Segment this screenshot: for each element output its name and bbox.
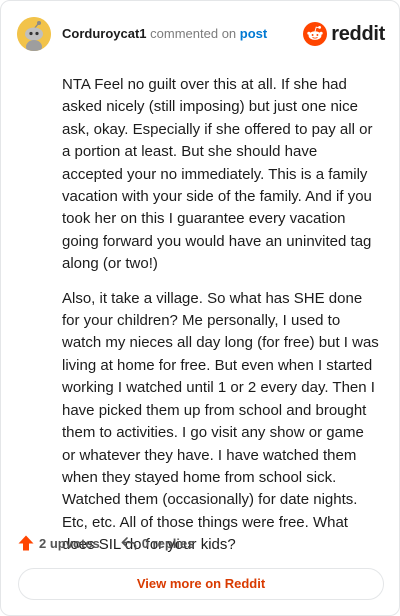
byline: Corduroycat1 commented on post: [62, 26, 267, 42]
comment-paragraph: NTA Feel no guilt over this at all. If s…: [62, 76, 373, 273]
reddit-brand[interactable]: reddit: [303, 21, 385, 47]
comment-body: NTA Feel no guilt over this at all. If s…: [62, 74, 380, 569]
reply-count: 0 replies: [141, 535, 195, 551]
comment-paragraph: Also, it take a village. So what has SHE…: [62, 289, 379, 554]
snoo-avatar-icon[interactable]: [17, 17, 51, 51]
upvote-count: 2 upvotes: [39, 535, 100, 551]
embedded-comment-card: Corduroycat1 commented on post reddit NT…: [0, 0, 400, 616]
post-link[interactable]: post: [240, 26, 267, 41]
comment-header: Corduroycat1 commented on post reddit: [17, 17, 385, 51]
comment-actions: 2 upvotes 0 replies: [17, 532, 194, 554]
brand-wordmark: reddit: [331, 22, 385, 45]
upvote-button[interactable]: 2 upvotes: [17, 534, 100, 552]
upvote-arrow-icon: [18, 535, 34, 551]
username-link[interactable]: Corduroycat1: [62, 26, 147, 41]
reply-arrow-icon: [121, 537, 136, 550]
reddit-logo-icon: [303, 22, 328, 46]
reply-button[interactable]: 0 replies: [120, 534, 195, 552]
view-more-button[interactable]: View more on Reddit: [18, 568, 384, 600]
byline-action-text: commented on: [150, 26, 237, 41]
